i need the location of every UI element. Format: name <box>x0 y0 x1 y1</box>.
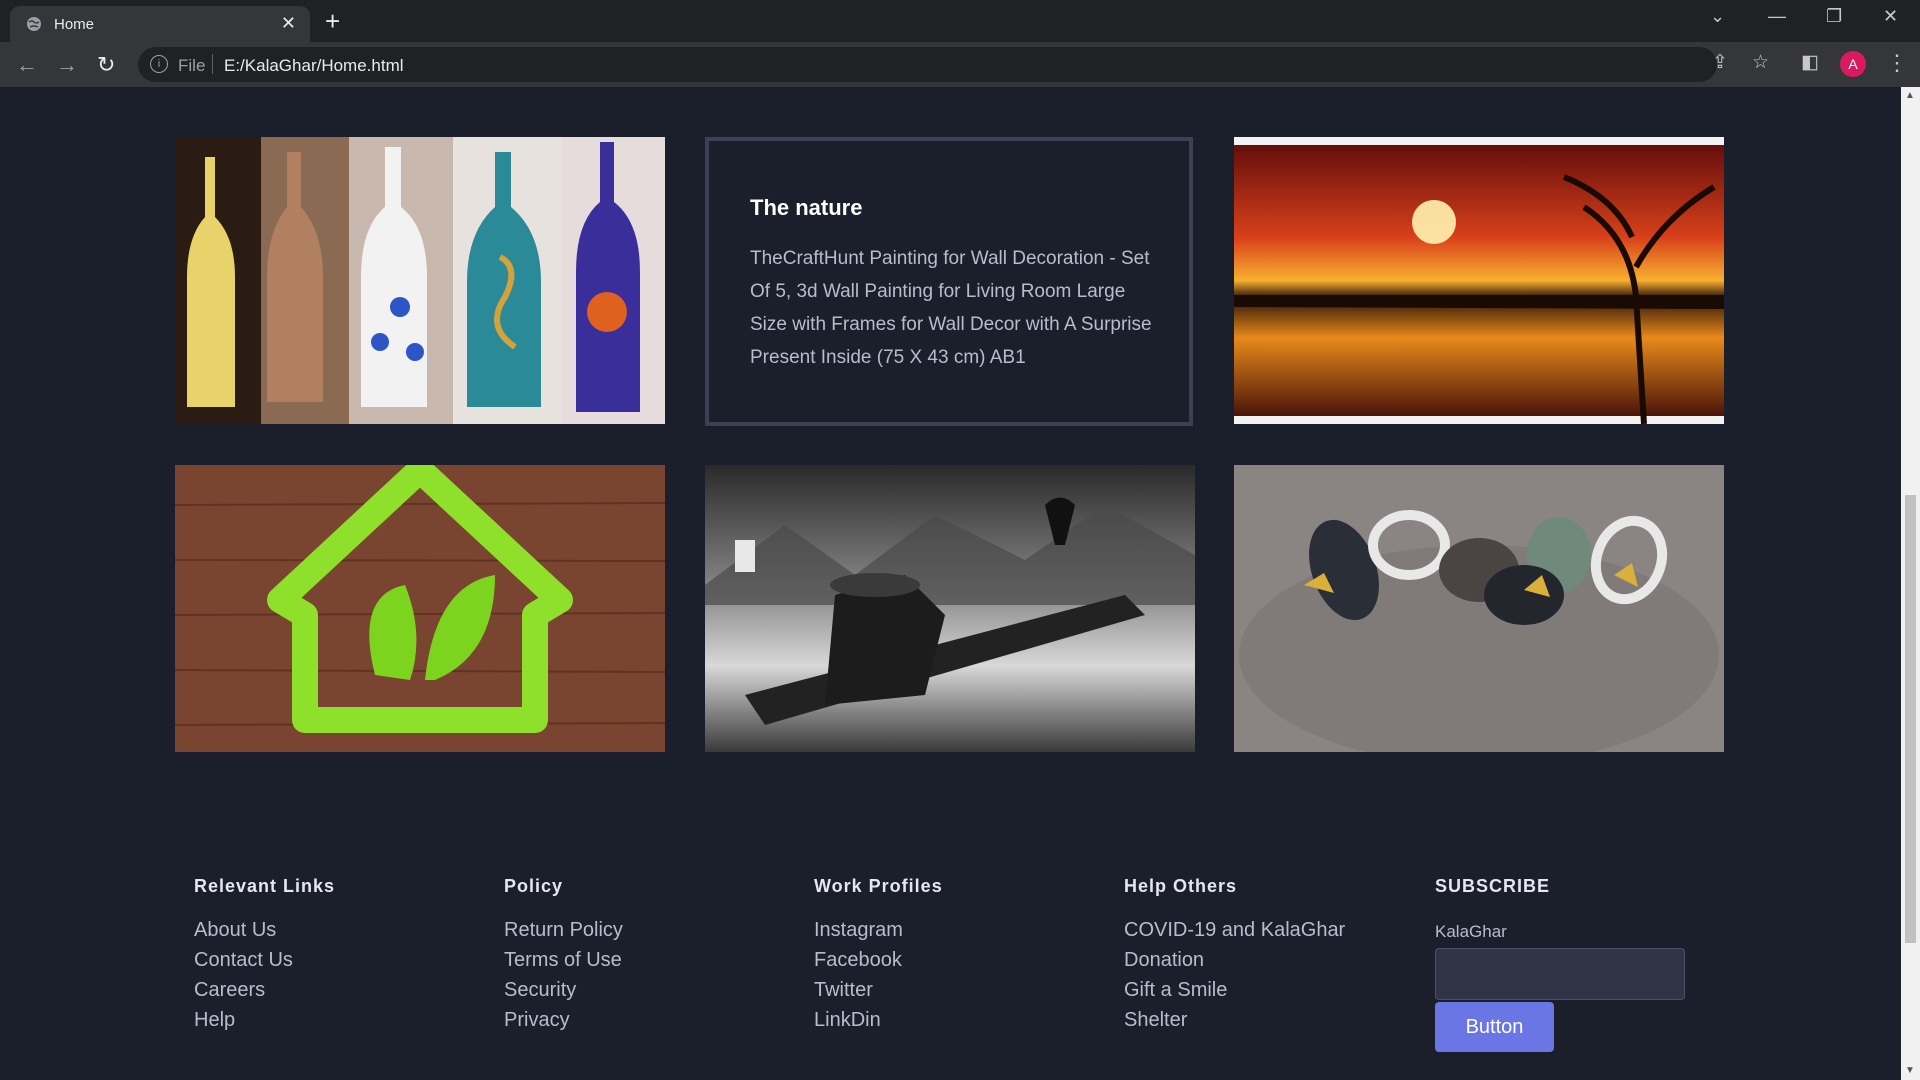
footer-col-relevant-links: Relevant Links About Us Contact Us Caree… <box>194 876 335 1035</box>
card-title: The nature <box>750 195 863 220</box>
share-icon[interactable]: ⇪ <box>1712 51 1728 74</box>
tab-search-icon[interactable]: ⌄ <box>1710 6 1725 27</box>
close-window-icon[interactable]: ✕ <box>1883 6 1898 27</box>
footer-heading: Help Others <box>1124 876 1238 896</box>
footer-link-linkdin[interactable]: LinkDin <box>814 1005 943 1035</box>
footer-link-terms-of-use[interactable]: Terms of Use <box>504 945 623 975</box>
tab-strip: Home ✕ + ⌄ — ❐ ✕ <box>0 0 1920 42</box>
footer-link-donation[interactable]: Donation <box>1124 945 1345 975</box>
footer-link-contact-us[interactable]: Contact Us <box>194 945 335 975</box>
footer-link-about-us[interactable]: About Us <box>194 915 335 945</box>
side-panel-icon[interactable]: ◧ <box>1801 51 1819 74</box>
footer-link-privacy[interactable]: Privacy <box>504 1005 623 1035</box>
footer-col-subscribe: SUBSCRIBE <box>1435 876 1550 915</box>
footer-heading: Relevant Links <box>194 876 336 896</box>
subscribe-input[interactable] <box>1435 948 1685 1000</box>
string-art-house-image <box>175 465 665 752</box>
footer-heading: Work Profiles <box>814 876 943 896</box>
subscribe-heading: SUBSCRIBE <box>1435 876 1551 896</box>
footer-link-twitter[interactable]: Twitter <box>814 975 943 1005</box>
scrollbar-thumb[interactable] <box>1905 495 1916 943</box>
footer-link-covid[interactable]: COVID-19 and KalaGhar <box>1124 915 1345 945</box>
url-text[interactable]: E:/KalaGhar/Home.html <box>224 56 404 76</box>
globe-icon <box>27 17 41 31</box>
tab-title: Home <box>54 16 95 33</box>
footer-link-facebook[interactable]: Facebook <box>814 945 943 975</box>
back-icon[interactable]: ← <box>16 52 38 78</box>
footer-col-work-profiles: Work Profiles Instagram Facebook Twitter… <box>814 876 943 1035</box>
more-menu-icon[interactable]: ⋮ <box>1886 50 1908 76</box>
bottles-art-image <box>175 137 665 424</box>
footer-link-careers[interactable]: Careers <box>194 975 335 1005</box>
fisherman-photo-image <box>705 465 1195 752</box>
url-separator <box>212 54 213 74</box>
footer-link-instagram[interactable]: Instagram <box>814 915 943 945</box>
footer-col-help-others: Help Others COVID-19 and KalaGhar Donati… <box>1124 876 1345 1035</box>
footer-col-policy: Policy Return Policy Terms of Use Securi… <box>504 876 623 1035</box>
close-tab-icon[interactable]: ✕ <box>281 13 296 34</box>
bookmark-star-icon[interactable]: ☆ <box>1752 51 1769 74</box>
footer-link-shelter[interactable]: Shelter <box>1124 1005 1345 1035</box>
restore-icon[interactable]: ❐ <box>1826 6 1842 27</box>
reload-icon[interactable]: ↻ <box>97 52 115 78</box>
footer-link-gift-a-smile[interactable]: Gift a Smile <box>1124 975 1345 1005</box>
site-info-icon[interactable]: i <box>150 55 168 73</box>
scroll-down-arrow-icon[interactable]: ▼ <box>1905 1065 1915 1076</box>
forward-icon[interactable]: → <box>56 52 78 78</box>
nature-info-card: The nature TheCraftHunt Painting for Wal… <box>705 137 1193 426</box>
browser-toolbar: ← → ↻ i File E:/KalaGhar/Home.html ⇪ ☆ ◧… <box>0 42 1920 87</box>
card-description: TheCraftHunt Painting for Wall Decoratio… <box>750 248 1152 368</box>
url-scheme: File <box>178 56 206 75</box>
subscribe-label: KalaGhar <box>1435 922 1507 941</box>
scroll-up-arrow-icon[interactable]: ▲ <box>1905 90 1915 101</box>
stone-wall-art-image <box>1234 465 1724 752</box>
browser-tab[interactable]: Home ✕ <box>10 6 310 42</box>
footer-heading: Policy <box>504 876 564 896</box>
sunset-painting-image <box>1234 137 1724 424</box>
profile-avatar[interactable]: A <box>1840 51 1866 77</box>
subscribe-button[interactable]: Button <box>1435 1002 1554 1052</box>
footer-link-return-policy[interactable]: Return Policy <box>504 915 623 945</box>
page-scrollbar[interactable]: ▲ ▼ <box>1901 87 1920 1080</box>
new-tab-icon[interactable]: + <box>325 6 340 37</box>
minimize-icon[interactable]: — <box>1768 6 1786 27</box>
footer-link-security[interactable]: Security <box>504 975 623 1005</box>
footer-link-help[interactable]: Help <box>194 1005 335 1035</box>
address-bar[interactable]: i File E:/KalaGhar/Home.html <box>138 47 1717 82</box>
